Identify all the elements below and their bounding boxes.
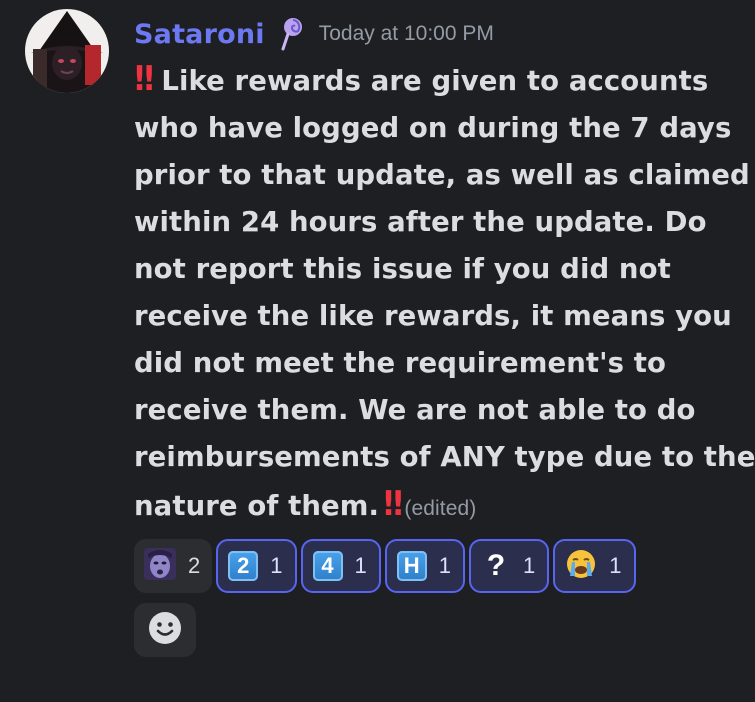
message-line: receive them. We are not able to do: [134, 394, 696, 426]
message-line: who have logged on during the 7 days: [134, 112, 732, 144]
reaction-count: 1: [523, 553, 536, 578]
reaction-count: 2: [188, 553, 201, 578]
reaction-keycap-4[interactable]: 4 1: [300, 539, 381, 593]
reaction-count: 1: [354, 553, 367, 578]
message-line: did not meet the requirement's to: [134, 347, 667, 379]
lollipop-icon: [279, 17, 305, 51]
reaction-count: 1: [270, 553, 283, 578]
reaction-question[interactable]: ? 1: [469, 539, 550, 593]
edited-label: (edited): [404, 497, 477, 520]
message-line: reimbursements of ANY type due to the: [134, 441, 755, 473]
reaction-letter-h[interactable]: H 1: [384, 539, 465, 593]
message-text: nature of them.: [134, 490, 380, 522]
keycap-four-icon: 4: [312, 551, 343, 581]
message-line: within 24 hours after the update. Do: [134, 206, 707, 238]
reaction-crying-face[interactable]: 1: [553, 539, 636, 593]
reaction-custom-face[interactable]: 2: [134, 539, 213, 593]
crying-face-icon: [565, 548, 597, 584]
chat-message: Sataroni Today at 10:00 PM ‼ Like rewards…: [0, 0, 755, 702]
message-header: Sataroni Today at 10:00 PM: [134, 14, 494, 54]
message-line: nature of them. ‼ (edited): [134, 481, 734, 532]
reaction-count: 1: [438, 553, 451, 578]
add-reaction-button[interactable]: [134, 603, 196, 657]
message-line: prior to that update, as well as claimed: [134, 159, 750, 191]
message-content: ‼ Like rewards are given to accounts who …: [134, 56, 755, 532]
message-line: ‼ Like rewards are given to accounts: [134, 56, 734, 105]
double-exclamation-icon: ‼: [134, 59, 154, 99]
message-line: receive the like rewards, it means you: [134, 300, 732, 332]
letter-h-icon: H: [396, 551, 427, 581]
username[interactable]: Sataroni: [134, 19, 265, 50]
message-text: Like rewards are given to accounts: [161, 65, 709, 97]
message-line: not report this issue if you did not: [134, 253, 671, 285]
timestamp: Today at 10:00 PM: [318, 22, 494, 45]
reaction-count: 1: [609, 553, 622, 578]
add-reaction-smiley-icon: [148, 611, 182, 649]
keycap-two-icon: 2: [228, 551, 259, 581]
avatar[interactable]: [25, 9, 109, 93]
question-mark-icon: ?: [486, 549, 506, 582]
reactions-bar: 2 2 1 4 1 H 1 ? 1 1: [134, 539, 636, 593]
custom-face-emoji-icon: [144, 548, 176, 584]
avatar-image: [25, 9, 109, 93]
double-exclamation-icon: ‼: [383, 484, 403, 524]
reaction-keycap-2[interactable]: 2 1: [216, 539, 297, 593]
